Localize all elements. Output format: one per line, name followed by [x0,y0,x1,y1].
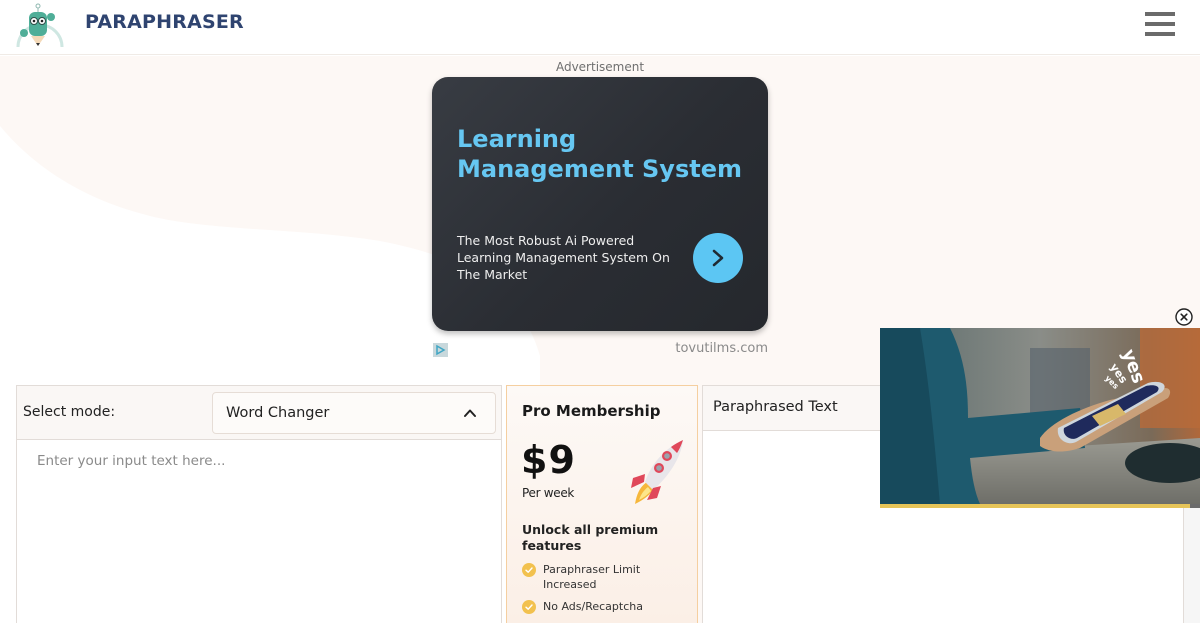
video-ad-player[interactable]: yes yes yes [880,328,1200,504]
check-badge-icon [522,600,536,614]
input-panel: Select mode: Word Changer [16,385,502,623]
paraphrased-text-title: Paraphrased Text [713,399,838,415]
input-text-area[interactable] [17,441,501,623]
ad-cta-button[interactable] [693,233,743,283]
pro-feature-item: No Ads/Recaptcha [522,599,692,614]
advertisement-label: Advertisement [555,60,645,74]
ad-title: Learning Management System [457,125,742,183]
mode-dropdown[interactable]: Word Changer [212,392,496,434]
pro-price: $9 [521,438,576,482]
ad-banner[interactable]: Learning Management System The Most Robu… [432,77,768,331]
check-badge-icon [522,563,536,577]
chevron-up-icon [464,409,476,417]
site-header: PARAPHRASER [0,0,1200,55]
pro-feature-item: Paraphraser Limit Increased [522,562,692,592]
mode-row: Select mode: Word Changer [17,386,501,440]
close-circle-icon[interactable] [1175,308,1193,326]
ad-description: The Most Robust Ai Powered Learning Mana… [457,233,670,282]
robot-pencil-logo-icon[interactable] [14,3,66,47]
hamburger-menu-icon[interactable] [1145,12,1175,38]
chevron-right-icon [712,249,724,267]
pro-period: Per week [522,486,575,500]
brand-name[interactable]: PARAPHRASER [85,11,244,33]
adchoices-icon[interactable] [433,343,448,357]
mode-dropdown-value: Word Changer [226,405,330,421]
ad-domain[interactable]: tovutilms.com [600,341,768,356]
pro-feature-text: No Ads/Recaptcha [543,600,643,613]
video-progress-fill [880,504,1191,508]
select-mode-label: Select mode: [23,404,116,420]
video-progress-bar[interactable] [880,504,1200,508]
pro-unlock-text: Unlock all premium features [522,522,659,553]
video-frame: yes yes yes [880,328,1200,504]
pro-membership-card[interactable]: Pro Membership $9 Per week Unlock all pr… [506,385,698,623]
pro-feature-text: Paraphraser Limit Increased [543,563,641,591]
page-scroll-gutter [1184,505,1200,623]
rocket-icon [631,440,683,504]
pro-title: Pro Membership [522,402,661,420]
